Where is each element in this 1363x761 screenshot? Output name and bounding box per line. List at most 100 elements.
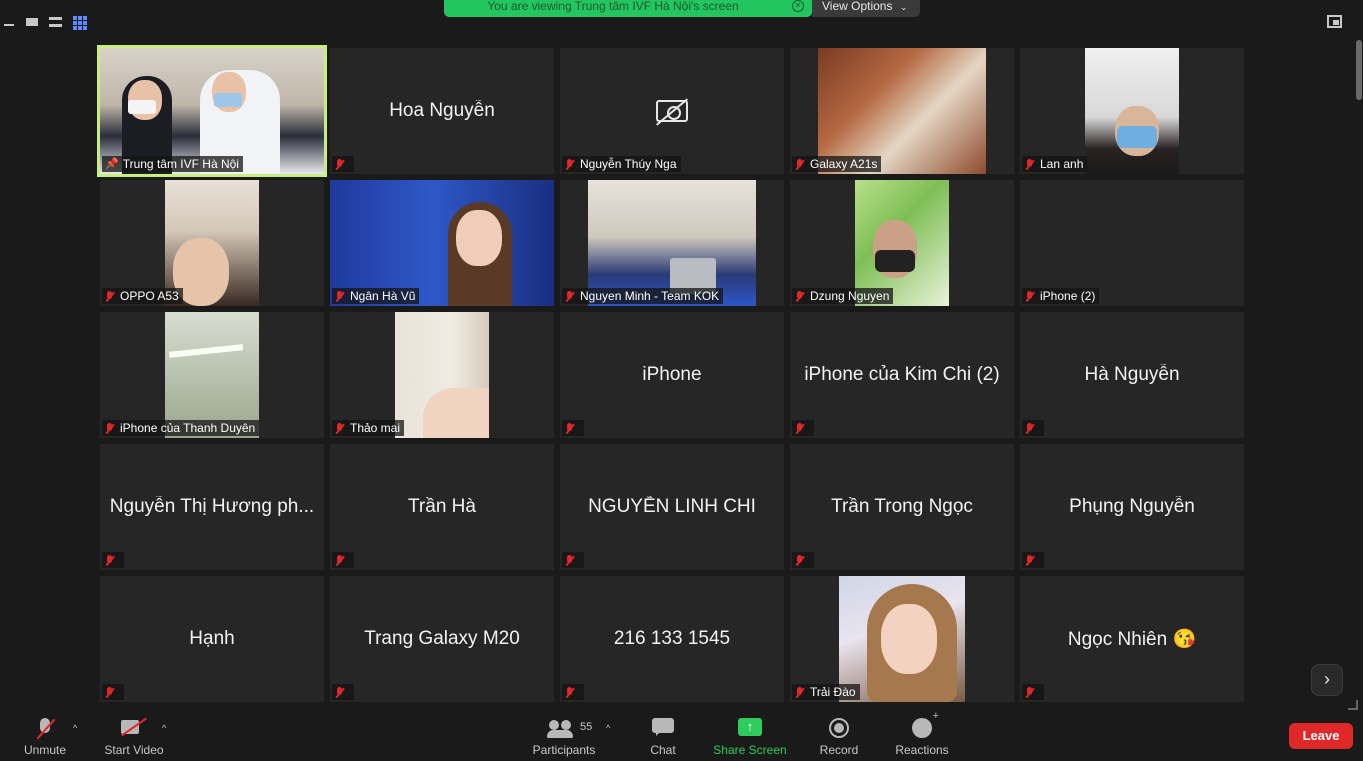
window-alt-icon[interactable] [49, 17, 62, 27]
participant-display-name: NGUYỄN LINH CHI [588, 496, 756, 517]
mic-muted-icon [795, 290, 804, 302]
view-options-label: View Options [822, 0, 893, 13]
participant-label [1022, 552, 1044, 568]
chat-button[interactable]: Chat [640, 711, 686, 761]
participants-label: Participants [532, 743, 596, 757]
mic-muted-icon [1025, 290, 1034, 302]
participant-label [102, 552, 124, 568]
mic-muted-icon [105, 554, 114, 566]
participant-label [332, 552, 354, 568]
window-icon[interactable] [26, 18, 38, 26]
participant-label: iPhone của Thanh Duyên [102, 420, 260, 436]
exit-fullscreen-icon[interactable] [1327, 15, 1342, 28]
participant-tile[interactable]: 📌 Trung tâm IVF Hà Nội [97, 45, 327, 177]
meeting-toolbar: Unmute ^ Start Video ^ 55 Participants ^… [0, 710, 1363, 761]
pin-icon: 📌 [105, 158, 119, 170]
mic-muted-icon [565, 686, 574, 698]
microphone-muted-icon [34, 718, 56, 740]
participant-display-name: Trần Trong Ngọc [831, 496, 973, 517]
share-banner: You are viewing Trung tâm IVF Hà Nội's s… [444, 0, 812, 17]
chat-icon [652, 718, 674, 736]
scrollbar[interactable] [1356, 40, 1362, 100]
participant-name: Ngân Hà Vũ [350, 289, 416, 303]
participant-display-name: Hạnh [189, 628, 235, 649]
share-screen-label: Share Screen [713, 743, 787, 757]
participant-display-name: Trần Hà [408, 496, 476, 517]
participant-tile[interactable]: NGUYỄN LINH CHI [560, 444, 784, 570]
participant-tile[interactable]: iPhone [560, 312, 784, 438]
participant-tile[interactable]: Galaxy A21s [790, 48, 1014, 174]
participant-name: Lan anh [1040, 157, 1084, 171]
gallery-view-icon[interactable] [73, 16, 87, 30]
share-screen-button[interactable]: ↑ Share Screen [706, 711, 794, 761]
minimize-icon[interactable] [4, 24, 14, 26]
participant-label: Nguyễn Thúy Nga [562, 156, 681, 172]
video-options-chevron-icon[interactable]: ^ [162, 723, 166, 733]
resize-grip-icon[interactable] [1348, 700, 1358, 710]
leave-button[interactable]: Leave [1289, 723, 1353, 749]
chevron-right-icon: › [1324, 669, 1330, 689]
start-video-button[interactable]: Start Video [98, 711, 170, 761]
participant-tile[interactable]: Dzung Nguyen [790, 180, 1014, 306]
participant-tile[interactable]: Thảo mai [330, 312, 554, 438]
participant-name: Thảo mai [350, 421, 401, 435]
participant-tile[interactable]: Nguyen Minh - Team KOK [560, 180, 784, 306]
participant-label: Trải Đào [792, 684, 860, 700]
participant-tile[interactable]: Trang Galaxy M20 [330, 576, 554, 702]
view-options-button[interactable]: View Options ⌄ [812, 0, 920, 17]
chat-label: Chat [650, 743, 676, 757]
mic-muted-icon [105, 422, 114, 434]
participant-display-name: Hà Nguyễn [1084, 364, 1180, 385]
unmute-button[interactable]: Unmute [15, 711, 75, 761]
participant-tile[interactable]: OPPO A53 [100, 180, 324, 306]
participant-tile[interactable]: iPhone của Thanh Duyên [100, 312, 324, 438]
mic-muted-icon [335, 554, 344, 566]
participant-label [1022, 684, 1044, 700]
top-bar: You are viewing Trung tâm IVF Hà Nội's s… [0, 0, 1363, 40]
participant-label: iPhone (2) [1022, 288, 1100, 304]
participant-tile[interactable]: Hoa Nguyễn [330, 48, 554, 174]
participant-label: 📌 Trung tâm IVF Hà Nội [102, 156, 243, 172]
participant-display-name: Trang Galaxy M20 [364, 628, 520, 649]
participant-tile[interactable]: iPhone (2) [1020, 180, 1244, 306]
next-page-button[interactable]: › [1311, 664, 1343, 696]
participant-label [792, 420, 814, 436]
mic-muted-icon [335, 686, 344, 698]
participant-display-name: 216 133 1545 [613, 628, 731, 649]
participant-name: iPhone (2) [1040, 289, 1096, 303]
start-video-label: Start Video [104, 743, 164, 757]
participant-video [395, 312, 489, 438]
video-off-icon [121, 718, 147, 736]
participant-tile[interactable]: Hà Nguyễn [1020, 312, 1244, 438]
participant-tile[interactable]: Lan anh [1020, 48, 1244, 174]
participant-label [332, 684, 354, 700]
participant-tile[interactable]: Trần Trong Ngọc [790, 444, 1014, 570]
reactions-button[interactable]: Reactions [890, 710, 954, 761]
participant-tile[interactable]: Trần Hà [330, 444, 554, 570]
participant-tile[interactable]: Hạnh [100, 576, 324, 702]
participant-tile[interactable]: Trải Đào [790, 576, 1014, 702]
mic-muted-icon [565, 158, 574, 170]
mic-muted-icon [335, 290, 344, 302]
audio-options-chevron-icon[interactable]: ^ [73, 723, 77, 733]
participants-button[interactable]: 55 Participants [526, 711, 602, 761]
participant-label [792, 552, 814, 568]
participant-label [562, 684, 584, 700]
participant-tile[interactable]: Ngọc Nhiên 😘 [1020, 576, 1244, 702]
participant-tile[interactable]: 216 133 1545 [560, 576, 784, 702]
participant-tile[interactable]: Phụng Nguyễn [1020, 444, 1244, 570]
participant-tile[interactable]: Ngân Hà Vũ [330, 180, 554, 306]
record-button[interactable]: Record [812, 711, 866, 761]
participant-tile[interactable]: Nguyễn Thúy Nga [560, 48, 784, 174]
participants-options-chevron-icon[interactable]: ^ [606, 723, 610, 733]
mic-muted-icon [105, 686, 114, 698]
mic-muted-icon [1025, 554, 1034, 566]
participant-label: Thảo mai [332, 420, 405, 436]
participant-tile[interactable]: iPhone của Kim Chi (2) [790, 312, 1014, 438]
stop-share-icon[interactable]: ✕ [792, 0, 804, 12]
participant-tile[interactable]: Nguyễn Thị Hương ph... [100, 444, 324, 570]
participant-label: Dzung Nguyen [792, 288, 894, 304]
participant-label: Ngân Hà Vũ [332, 288, 420, 304]
participant-label: Nguyen Minh - Team KOK [562, 288, 724, 304]
participants-icon [547, 718, 573, 738]
